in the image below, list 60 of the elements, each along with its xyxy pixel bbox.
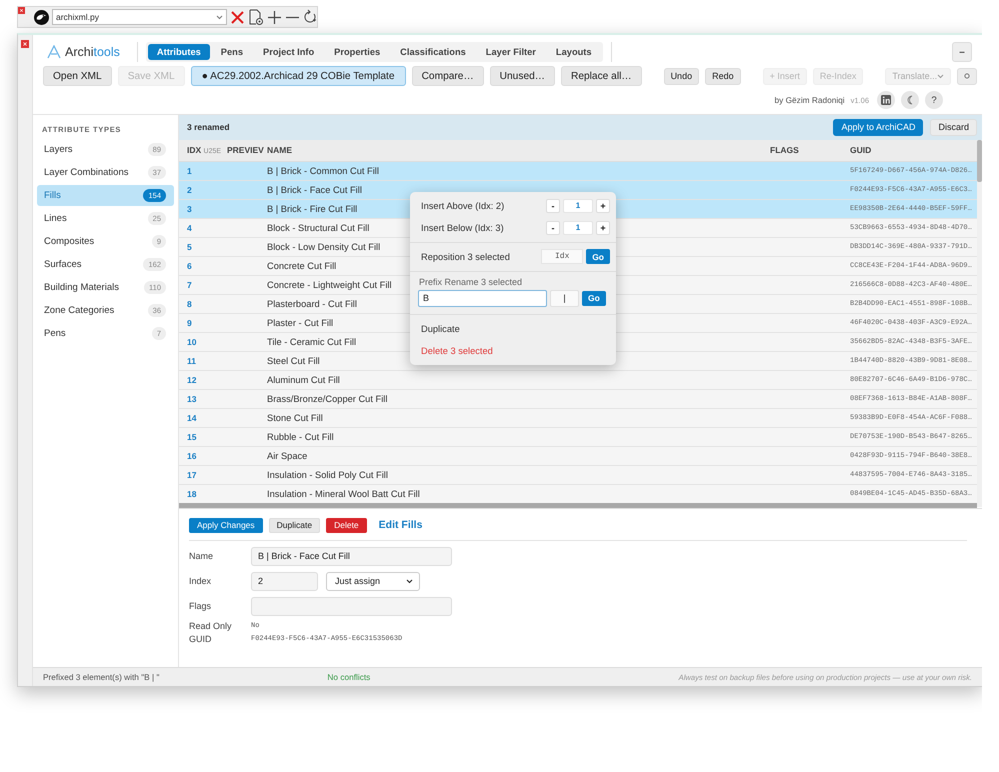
sidebar-label: Lines <box>44 212 67 224</box>
menu-label: Reposition 3 selected <box>421 252 510 262</box>
author-credit: by Gëzim Radoniqi <box>774 95 845 105</box>
sidebar-label: Pens <box>44 328 66 339</box>
app-title: Architools <box>65 45 120 59</box>
index-cell: 4 <box>187 222 192 233</box>
sidebar-label: Zone Categories <box>44 304 114 316</box>
sidebar-label: Surfaces <box>44 258 82 270</box>
index-cell: 16 <box>187 450 196 461</box>
conflict-status: No conflicts <box>327 672 370 682</box>
field-label: Read Only <box>189 620 233 631</box>
sidebar-label: Building Materials <box>44 282 119 293</box>
sidebar-label: Composites <box>44 236 94 247</box>
sidebar-label: Layer Combinations <box>44 166 128 178</box>
index-cell: 17 <box>187 470 196 480</box>
name-cell: Plaster - Cut Fill <box>267 318 334 328</box>
index-cell: 8 <box>187 298 192 309</box>
panel-title: Edit Fills <box>378 519 422 532</box>
index-cell: 7 <box>187 280 192 290</box>
name-cell: Rubble - Cut Fill <box>267 432 334 442</box>
name-cell: Air Space <box>267 450 308 461</box>
field-label: Prefix Rename 3 selected <box>418 276 524 289</box>
sidebar-label: Layers <box>44 144 73 155</box>
field-label: Name <box>189 551 214 562</box>
name-cell: Brass/Bronze/Copper Cut Fill <box>267 394 388 404</box>
name-cell: Concrete - Lightweight Cut Fill <box>267 280 392 290</box>
index-cell: 12 <box>187 374 196 385</box>
index-cell: 3 <box>187 204 192 214</box>
index-cell: 15 <box>187 432 196 442</box>
index-cell: 5 <box>187 242 192 252</box>
name-cell: Block - Low Density Cut Fill <box>267 242 380 252</box>
name-cell: Stone Cut Fill <box>267 412 323 423</box>
field-label: Index <box>189 576 212 586</box>
index-cell: 10 <box>187 336 196 347</box>
name-cell: B | Brick - Common Cut Fill <box>267 166 379 176</box>
name-cell: Insulation - Solid Poly Cut Fill <box>267 470 388 480</box>
sidebar-label: Fills <box>44 190 61 201</box>
index-cell: 1 <box>187 166 192 176</box>
index-cell: 13 <box>187 394 196 404</box>
name-cell: Plasterboard - Cut Fill <box>267 298 357 309</box>
name-cell: Insulation - Mineral Wool Batt Cut Fill <box>267 488 420 499</box>
index-cell: 14 <box>187 412 196 423</box>
status-message: Prefixed 3 element(s) with "B | " <box>43 672 160 682</box>
name-cell: Block - Structural Cut Fill <box>267 222 370 233</box>
name-cell: Steel Cut Fill <box>267 356 320 366</box>
index-cell: 18 <box>187 488 196 499</box>
menu-label: Insert Above (Idx: 2) <box>421 200 504 211</box>
name-cell: Tile - Ceramic Cut Fill <box>267 336 356 347</box>
index-cell: 11 <box>187 356 196 366</box>
menu-label: Insert Below (Idx: 3) <box>421 222 504 233</box>
name-cell: B | Brick - Face Cut Fill <box>267 184 362 195</box>
name-cell: Aluminum Cut Fill <box>267 374 340 385</box>
field-label: Flags <box>189 601 212 612</box>
index-cell: 6 <box>187 260 192 271</box>
name-cell: B | Brick - Fire Cut Fill <box>267 204 358 214</box>
name-cell: Concrete Cut Fill <box>267 260 336 271</box>
index-cell: 9 <box>187 318 192 328</box>
index-cell: 2 <box>187 184 192 195</box>
change-summary: 3 renamed <box>187 122 230 132</box>
field-label: GUID <box>189 634 212 644</box>
